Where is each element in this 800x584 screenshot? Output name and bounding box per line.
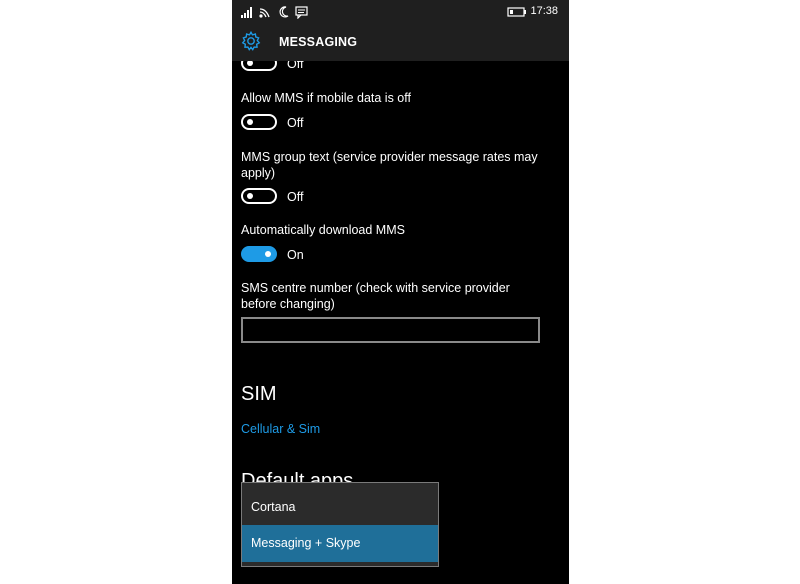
clock: 17:38 bbox=[530, 5, 558, 17]
gear-icon bbox=[241, 30, 261, 51]
status-bar: 17:38 bbox=[232, 0, 569, 24]
toggle-state-mms-group-text: Off bbox=[287, 190, 304, 204]
toggle-auto-download-mms[interactable] bbox=[241, 246, 277, 262]
moon-icon bbox=[279, 6, 289, 18]
toggle-allow-mms[interactable] bbox=[241, 114, 277, 130]
mms-group-text-label: MMS group text (service provider message… bbox=[241, 150, 538, 180]
dropdown-option-messaging-skype[interactable]: Messaging + Skype bbox=[242, 525, 438, 562]
dropdown-option-cortana[interactable]: Cortana bbox=[242, 489, 438, 526]
cellular-sim-link[interactable]: Cellular & Sim bbox=[241, 422, 320, 436]
sms-centre-label: SMS centre number (check with service pr… bbox=[241, 281, 510, 311]
default-app-dropdown: Cortana Messaging + Skype bbox=[241, 482, 439, 567]
signal-icon bbox=[241, 7, 252, 18]
app-header: MESSAGING bbox=[232, 24, 569, 61]
phone-screen: Off Allow MMS if mobile data is off Off … bbox=[232, 0, 569, 584]
allow-mms-label: Allow MMS if mobile data is off bbox=[241, 91, 411, 105]
toggle-state-auto-download-mms: On bbox=[287, 248, 304, 262]
auto-download-mms-label: Automatically download MMS bbox=[241, 223, 405, 237]
toggle-state-allow-mms: Off bbox=[287, 116, 304, 130]
message-icon bbox=[295, 6, 308, 19]
settings-content: Off Allow MMS if mobile data is off Off … bbox=[232, 0, 569, 584]
battery-icon bbox=[507, 7, 526, 17]
page-title: MESSAGING bbox=[279, 35, 358, 49]
sms-centre-input[interactable] bbox=[241, 317, 540, 343]
toggle-mms-group-text[interactable] bbox=[241, 188, 277, 204]
wifi-icon bbox=[259, 8, 270, 18]
sim-heading: SIM bbox=[241, 383, 277, 405]
